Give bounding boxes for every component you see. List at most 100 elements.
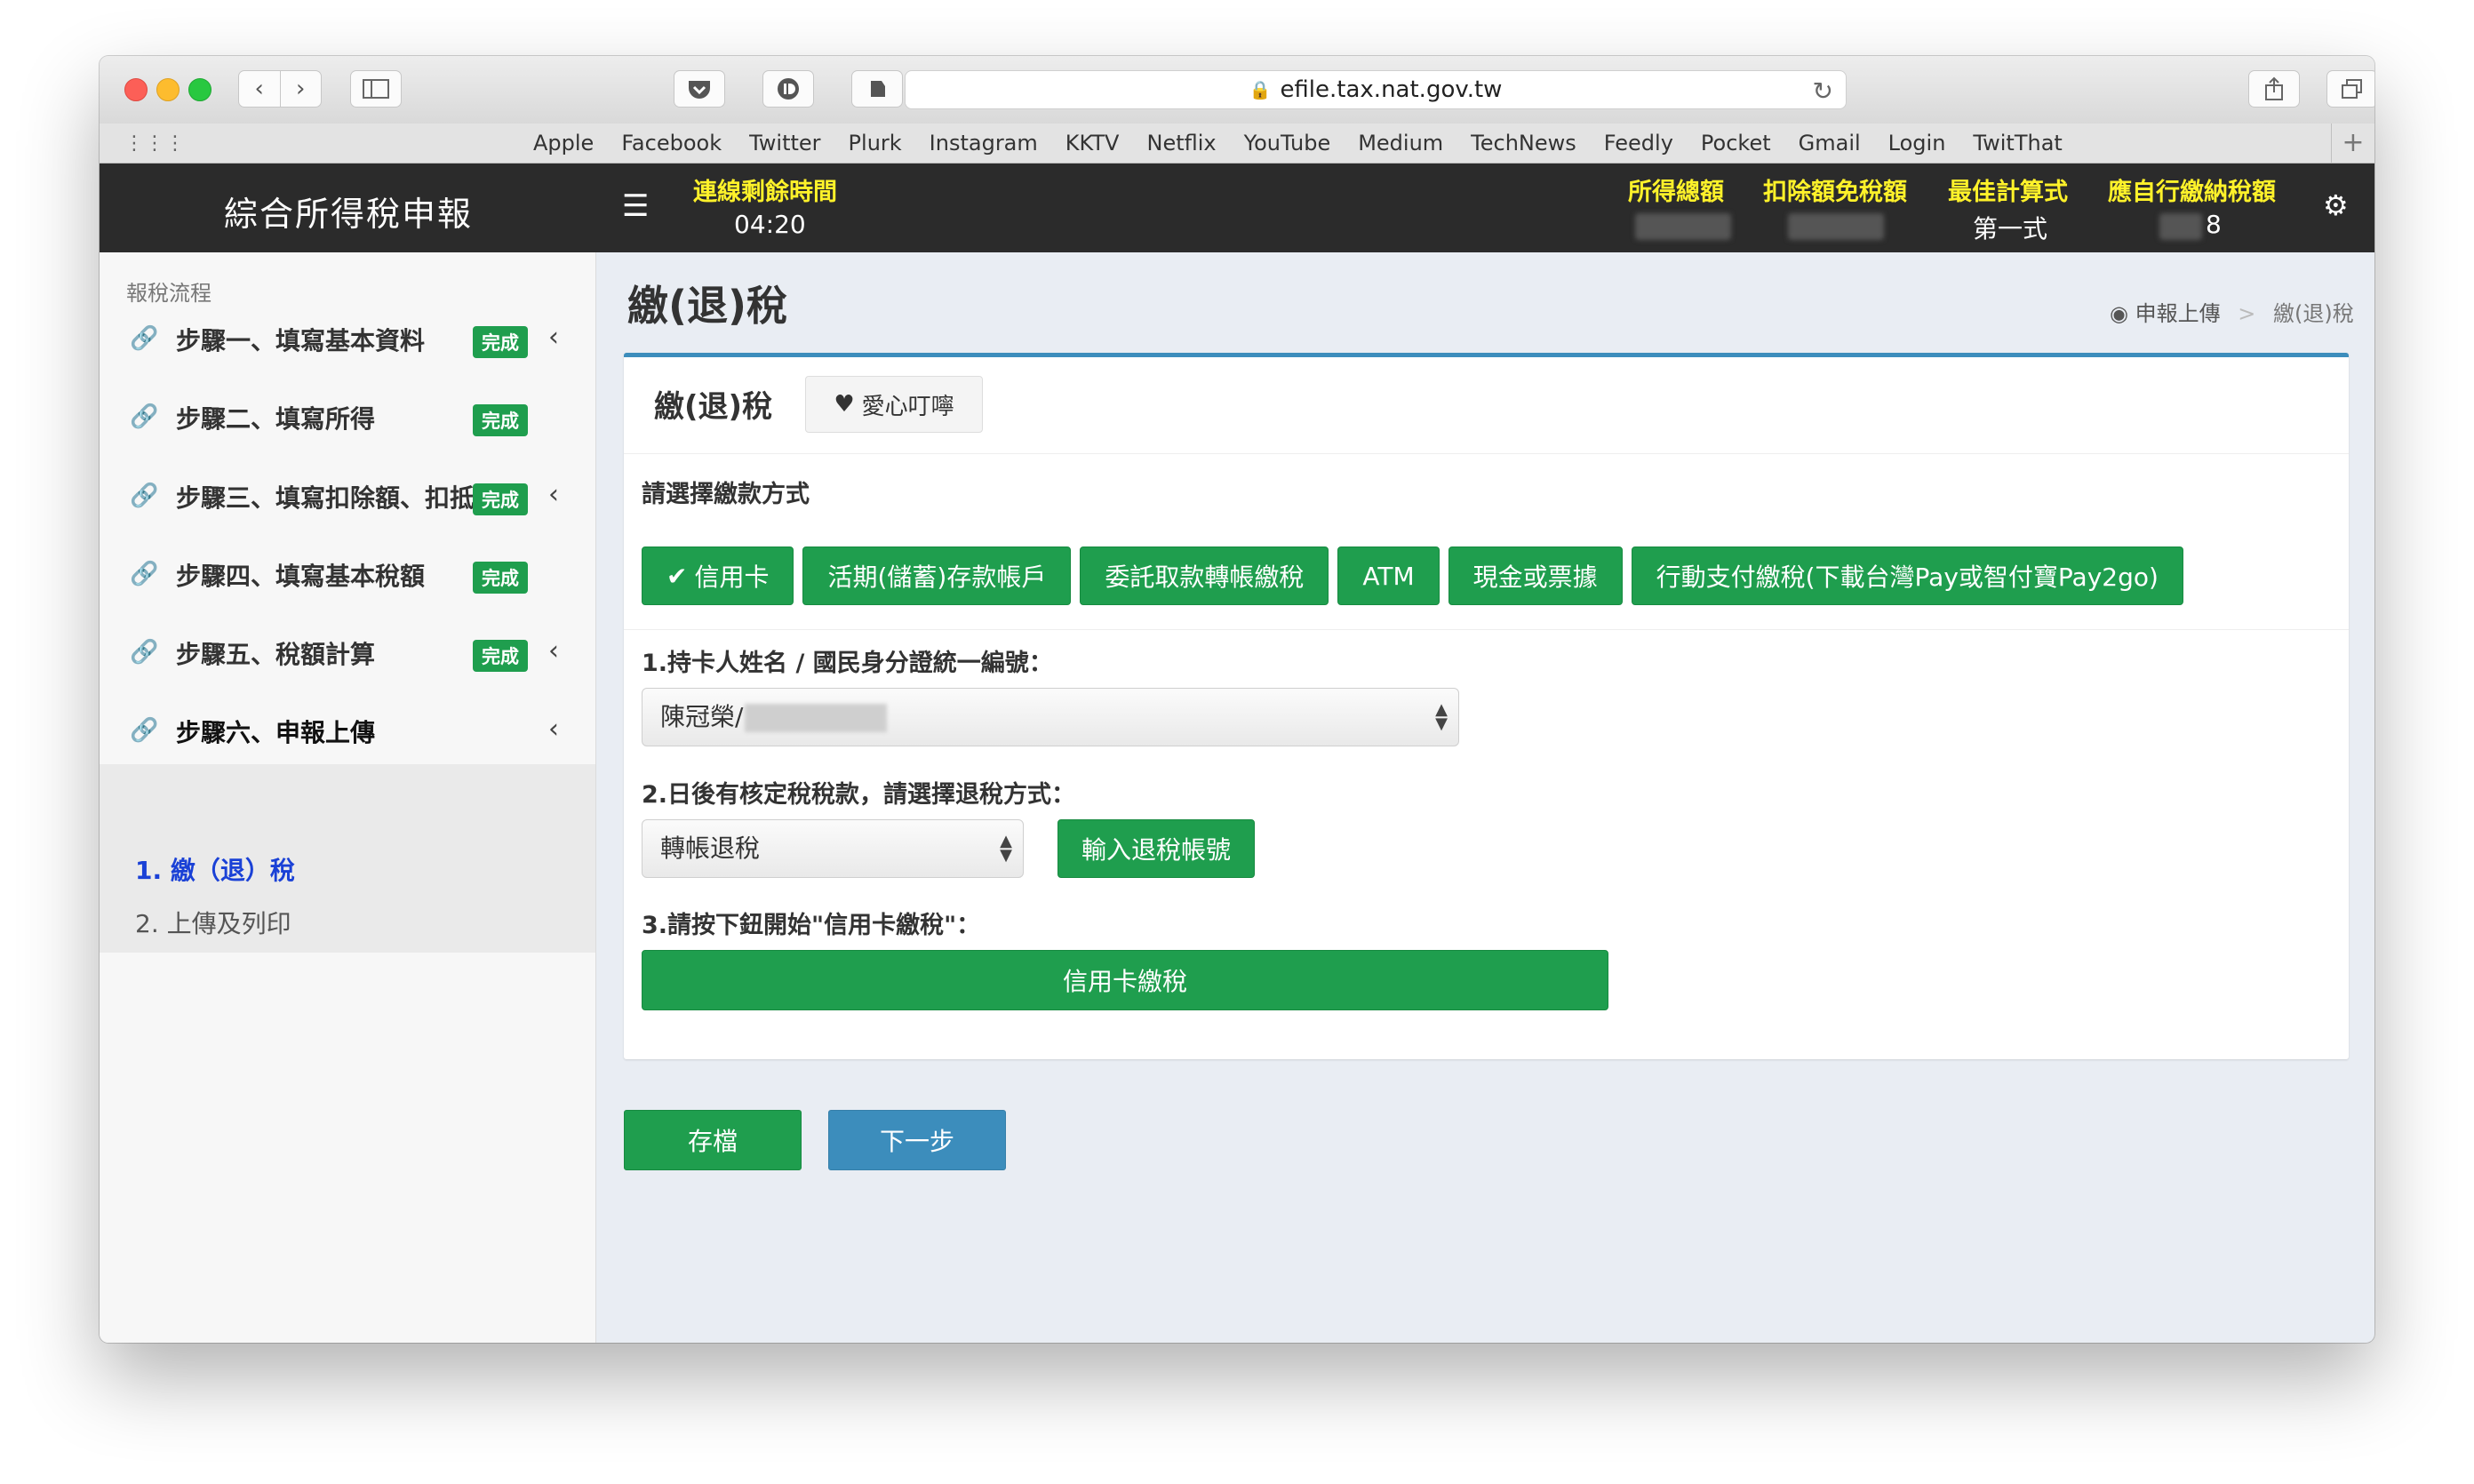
panel-title: 繳(退)稅 <box>654 389 773 425</box>
favorite-link[interactable]: Medium <box>1358 131 1443 156</box>
reminder-label: 愛心叮嚀 <box>861 393 954 420</box>
sidebar-step-3[interactable]: 🔗 步驟三、填寫扣除額、扣抵 完成 ‹ <box>100 410 595 515</box>
save-label: 存檔 <box>687 1127 738 1156</box>
favorite-link[interactable]: Facebook <box>621 131 722 156</box>
payment-method-buttons: ✔ 信用卡 活期(儲蓄)存款帳戶 委託取款轉帳繳稅 ATM 現金或票據 行動支付… <box>642 547 2192 605</box>
sidebar-step-5[interactable]: 🔗 步驟五、稅額計算 完成 ‹ <box>100 566 595 672</box>
masked-id <box>745 704 888 732</box>
sidebar-step-4[interactable]: 🔗 步驟四、填寫基本稅額 完成 <box>100 488 595 594</box>
reminder-button[interactable]: ♥ 愛心叮嚀 <box>805 376 983 433</box>
best-formula-value: 第一式 <box>1973 214 2048 243</box>
favorite-link[interactable]: Twitter <box>749 131 820 156</box>
dashboard-icon: ◉ <box>2110 301 2128 326</box>
payment-panel: 繳(退)稅 ♥ 愛心叮嚀 請選擇繳款方式 ✔ 信用卡 活期(儲蓄)存款帳戶 委託… <box>624 353 2349 1059</box>
deduction-label: 扣除額免稅額 <box>1763 179 1907 206</box>
tabs-overview-icon[interactable] <box>2326 70 2374 108</box>
deduction-value-masked <box>1788 213 1884 240</box>
browser-window: ‹ › 🔒 efile.tax.nat.gov.tw ↻ ⋮⋮⋮ Apple Fa <box>100 56 2374 1343</box>
breadcrumb: ◉ 申報上傳 > 繳(退)稅 <box>2110 296 2354 327</box>
refund-question: 2.日後有核定稅稅款，請選擇退稅方式： <box>642 781 1076 809</box>
page-title: 繳(退)稅 <box>627 282 788 330</box>
favorite-link[interactable]: Login <box>1888 131 1946 156</box>
credit-card-pay-button[interactable]: 信用卡繳稅 <box>642 950 1608 1010</box>
close-window-button[interactable] <box>124 78 148 101</box>
pay-method-mobile[interactable]: 行動支付繳稅(下載台灣Pay或智付寶Pay2go) <box>1631 547 2183 605</box>
share-icon[interactable] <box>2248 70 2300 108</box>
sidebar-step-2[interactable]: 🔗 步驟二、填寫所得 完成 <box>100 331 595 436</box>
select-arrows-icon: ▲ ▼ <box>1000 832 1012 865</box>
pay-method-direct-debit[interactable]: 委託取款轉帳繳稅 <box>1080 547 1329 605</box>
income-total-label: 所得總額 <box>1628 179 1724 206</box>
refund-account-button[interactable]: 輸入退稅帳號 <box>1057 819 1255 878</box>
substep-pay-refund[interactable]: 1. 繳（退）稅 <box>135 851 295 887</box>
favorite-link[interactable]: Netflix <box>1146 131 1216 156</box>
minimize-window-button[interactable] <box>156 78 180 101</box>
favorite-link[interactable]: TwitThat <box>1973 131 2062 156</box>
extension-icon[interactable] <box>762 70 814 108</box>
save-button[interactable]: 存檔 <box>624 1110 802 1170</box>
pay-method-bank-account[interactable]: 活期(儲蓄)存款帳戶 <box>802 547 1072 605</box>
refund-method-select[interactable]: 轉帳退稅 ▲ ▼ <box>642 819 1024 878</box>
breadcrumb-current: 繳(退)稅 <box>2272 301 2354 326</box>
substep-upload-print[interactable]: 2. 上傳及列印 <box>135 905 291 940</box>
back-icon[interactable]: ‹ <box>239 71 281 107</box>
evernote-icon[interactable] <box>851 70 903 108</box>
breadcrumb-separator: > <box>2238 301 2256 326</box>
favorites-grid-icon[interactable]: ⋮⋮⋮ <box>124 132 186 155</box>
start-payment-question: 3.請按下鈕開始"信用卡繳稅"： <box>642 912 981 939</box>
pocket-icon[interactable] <box>674 70 725 108</box>
refund-method-value: 轉帳退稅 <box>660 834 761 863</box>
next-label: 下一步 <box>879 1127 954 1156</box>
breadcrumb-parent[interactable]: 申報上傳 <box>2135 301 2221 326</box>
select-arrows-icon: ▲ ▼ <box>1435 700 1448 733</box>
sidebar-step-6[interactable]: 🔗 步驟六、申報上傳 ‹ <box>100 644 595 747</box>
favorite-link[interactable]: TechNews <box>1471 131 1576 156</box>
favorite-link[interactable]: KKTV <box>1065 131 1120 156</box>
refund-account-label: 輸入退稅帳號 <box>1081 835 1231 865</box>
favorite-link[interactable]: Gmail <box>1799 131 1861 156</box>
favorite-link[interactable]: Instagram <box>930 131 1038 156</box>
cardholder-select[interactable]: 陳冠榮/ ▲ ▼ <box>642 688 1459 746</box>
pay-method-label: 信用卡 <box>694 562 770 592</box>
favorite-link[interactable]: Pocket <box>1701 131 1771 156</box>
favorite-link[interactable]: Plurk <box>849 131 902 156</box>
tax-payable-value: 8 <box>2206 210 2222 239</box>
pay-method-credit-card[interactable]: ✔ 信用卡 <box>642 547 794 605</box>
sidebar-step-1[interactable]: 🔗 步驟一、填寫基本資料 完成 ‹ <box>100 252 595 358</box>
zoom-window-button[interactable] <box>188 78 211 101</box>
link-icon: 🔗 <box>130 717 159 744</box>
favorites-bar: ⋮⋮⋮ Apple Facebook Twitter Plurk Instagram KK… <box>100 124 2374 164</box>
cardholder-select-value: 陳冠榮/ <box>660 702 744 731</box>
menu-toggle-icon[interactable]: ☰ <box>622 188 649 224</box>
check-icon: ✔ <box>666 561 688 591</box>
favorite-link[interactable]: Feedly <box>1604 131 1673 156</box>
session-time-value: 04:20 <box>734 210 806 239</box>
pay-method-label: 行動支付繳稅(下載台灣Pay或智付寶Pay2go) <box>1656 562 2159 592</box>
next-button[interactable]: 下一步 <box>828 1110 1006 1170</box>
app-header: 綜合所得稅申報 ☰ 連線剩餘時間 04:20 所得總額 扣除額免稅額 最佳計算式… <box>100 164 2374 252</box>
gear-icon[interactable]: ⚙ <box>2323 188 2349 222</box>
pay-method-label: 現金或票據 <box>1472 562 1598 592</box>
sidebar-step-label: 步驟六、申報上傳 <box>176 718 376 747</box>
credit-card-pay-label: 信用卡繳稅 <box>1062 967 1187 996</box>
app-title: 綜合所得稅申報 <box>224 195 474 234</box>
sidebar: 報稅流程 🔗 步驟一、填寫基本資料 完成 ‹ 🔗 步驟二、填寫所得 完成 🔗 步… <box>100 252 596 1343</box>
forward-icon[interactable]: › <box>281 71 322 107</box>
chevron-down-icon: ‹ <box>548 714 559 745</box>
new-tab-icon[interactable]: + <box>2331 124 2374 163</box>
pay-method-label: 委託取款轉帳繳稅 <box>1105 562 1305 592</box>
tax-payable-label: 應自行繳納稅額 <box>2108 179 2276 206</box>
browser-toolbar: ‹ › 🔒 efile.tax.nat.gov.tw ↻ <box>100 56 2374 124</box>
pay-method-label: ATM <box>1362 561 1415 591</box>
back-forward-buttons[interactable]: ‹ › <box>238 70 322 108</box>
divider <box>624 629 2349 630</box>
reload-icon[interactable]: ↻ <box>1813 76 1833 106</box>
favorite-link[interactable]: Apple <box>533 131 594 156</box>
address-bar[interactable]: 🔒 efile.tax.nat.gov.tw ↻ <box>905 70 1847 109</box>
tax-payable-masked <box>2159 213 2202 240</box>
favorite-link[interactable]: YouTube <box>1244 131 1331 156</box>
sidebar-toggle-icon[interactable] <box>350 70 402 108</box>
pay-method-atm[interactable]: ATM <box>1337 547 1440 605</box>
panel-header: 繳(退)稅 ♥ 愛心叮嚀 <box>624 357 2349 454</box>
pay-method-cash-cheque[interactable]: 現金或票據 <box>1448 547 1623 605</box>
